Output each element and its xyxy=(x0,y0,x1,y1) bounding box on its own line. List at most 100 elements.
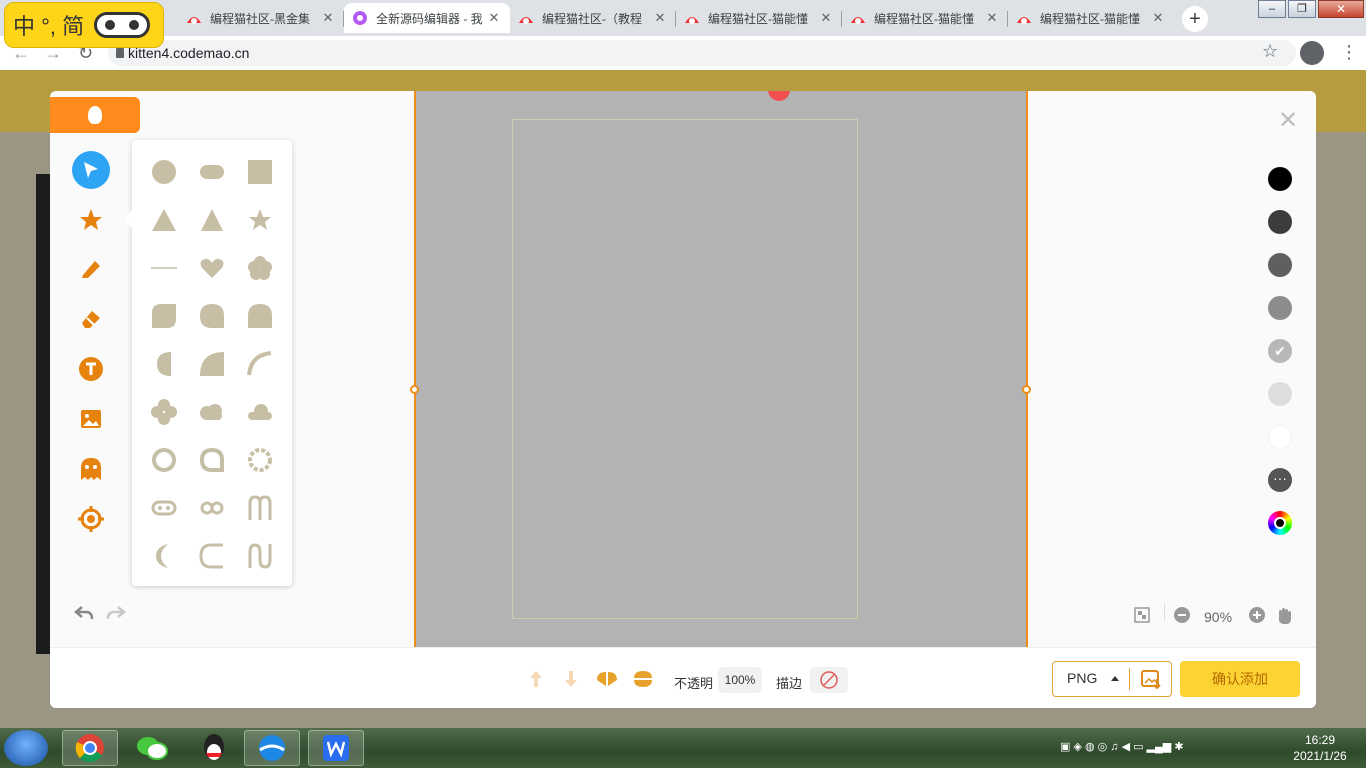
chrome-taskbar-icon[interactable] xyxy=(62,730,118,766)
pill-ring-shape[interactable] xyxy=(149,493,179,523)
speech-ring-shape[interactable] xyxy=(197,445,227,475)
ring-shape[interactable] xyxy=(149,445,179,475)
send-backward-icon[interactable] xyxy=(561,670,581,693)
c-shape[interactable] xyxy=(197,541,227,571)
flip-horizontal-icon[interactable] xyxy=(596,670,618,693)
minimize-button[interactable]: – xyxy=(1258,0,1286,18)
drawing-canvas[interactable] xyxy=(410,91,1031,647)
star-shape[interactable] xyxy=(245,205,275,235)
close-icon[interactable]: ✕ xyxy=(486,10,502,26)
color-swatch-black[interactable] xyxy=(1268,167,1292,191)
close-icon[interactable]: ✕ xyxy=(818,10,834,26)
zoom-divider xyxy=(1164,603,1165,621)
address-bar-row: ← → ↻ kitten4.codemao.cn ☆ xyxy=(0,36,1366,70)
rounded-rect-shape[interactable] xyxy=(197,157,227,187)
browser-menu-icon[interactable]: ⋮ xyxy=(1340,42,1358,63)
delete-handle[interactable] xyxy=(768,91,790,101)
export-format-select[interactable]: PNG xyxy=(1052,661,1172,697)
color-wheel-icon[interactable] xyxy=(1268,511,1292,535)
url-input[interactable]: kitten4.codemao.cn xyxy=(108,40,1296,66)
tab-5[interactable]: 编程猫社区-猫能懂 ✕ xyxy=(1008,3,1174,33)
opacity-input[interactable]: 100% xyxy=(718,667,762,693)
flower-shape[interactable] xyxy=(245,253,275,283)
text-tool[interactable] xyxy=(72,350,110,388)
tab-3[interactable]: 编程猫社区-猫能懂 ✕ xyxy=(676,3,842,33)
half-circle-shape[interactable] xyxy=(149,349,179,379)
arc-shape[interactable] xyxy=(245,349,275,379)
start-button[interactable] xyxy=(4,730,48,766)
eraser-tool[interactable] xyxy=(72,300,110,338)
n-shape[interactable] xyxy=(245,541,275,571)
square-shape[interactable] xyxy=(245,157,275,187)
close-icon[interactable]: ✕ xyxy=(984,10,1000,26)
save-image-icon[interactable] xyxy=(1141,669,1161,694)
bring-forward-icon[interactable] xyxy=(526,670,546,693)
zoom-out-icon[interactable] xyxy=(1174,607,1190,626)
tab-1[interactable]: 全新源码编辑器 - 我 ✕ xyxy=(344,3,510,33)
bookmark-star-icon[interactable]: ☆ xyxy=(1262,41,1278,62)
crescent-shape[interactable] xyxy=(149,541,179,571)
stroke-none-button[interactable] xyxy=(810,667,848,693)
quarter-shape[interactable] xyxy=(197,349,227,379)
arch-shape[interactable] xyxy=(245,301,275,331)
new-tab-button[interactable]: + xyxy=(1182,6,1208,32)
canvas-frame xyxy=(512,119,858,619)
system-tray[interactable]: ▣ ◈ ◍ ◎ ♫ ◀ ▭ ▂▄▆ ✱ xyxy=(1060,740,1184,753)
triangle-shape[interactable] xyxy=(149,205,179,235)
brush-tool[interactable] xyxy=(72,250,110,288)
zoom-in-icon[interactable] xyxy=(1249,607,1265,626)
drop-shape[interactable] xyxy=(197,301,227,331)
flip-vertical-icon[interactable] xyxy=(632,670,654,693)
double-ring-shape[interactable] xyxy=(197,493,227,523)
cloud-2-shape[interactable] xyxy=(245,397,275,427)
color-swatch-gray[interactable] xyxy=(1268,253,1292,277)
close-icon[interactable]: ✕ xyxy=(1278,109,1298,133)
close-icon[interactable]: ✕ xyxy=(320,10,336,26)
leaf-shape[interactable] xyxy=(149,301,179,331)
select-tool[interactable] xyxy=(72,151,110,189)
more-colors-icon[interactable]: ··· xyxy=(1268,468,1292,492)
color-swatch-light-gray[interactable] xyxy=(1268,382,1292,406)
target-tool[interactable] xyxy=(72,500,110,538)
browser-taskbar-icon[interactable] xyxy=(244,730,300,766)
color-swatch-selected[interactable]: ✔ xyxy=(1268,339,1292,363)
line-shape[interactable] xyxy=(149,253,179,283)
system-clock[interactable]: 16:29 2021/1/26 xyxy=(1280,732,1360,764)
color-swatch-white[interactable] xyxy=(1268,425,1292,449)
heart-shape[interactable] xyxy=(197,253,227,283)
undo-icon[interactable] xyxy=(74,605,94,626)
shape-tool[interactable] xyxy=(72,201,110,239)
color-swatch-mid-gray[interactable] xyxy=(1268,296,1292,320)
clock-date: 2021/1/26 xyxy=(1293,749,1347,763)
tab-2[interactable]: 编程猫社区-（教程 ✕ xyxy=(510,3,676,33)
profile-avatar-icon[interactable] xyxy=(1300,41,1324,65)
m-shape[interactable] xyxy=(245,493,275,523)
close-window-button[interactable]: ✕ xyxy=(1318,0,1364,18)
resize-handle-left[interactable] xyxy=(410,385,419,394)
codemao-icon xyxy=(186,10,202,26)
wps-taskbar-icon[interactable] xyxy=(308,730,364,766)
tab-0[interactable]: 编程猫社区-黑金集 ✕ xyxy=(178,3,344,33)
color-swatch-dark-gray[interactable] xyxy=(1268,210,1292,234)
qq-taskbar-icon[interactable] xyxy=(186,730,242,766)
close-icon[interactable]: ✕ xyxy=(652,10,668,26)
image-tool[interactable] xyxy=(72,400,110,438)
tab-4[interactable]: 编程猫社区-猫能懂 ✕ xyxy=(842,3,1008,33)
confirm-add-button[interactable]: 确认添加 xyxy=(1180,661,1300,697)
editor-tab[interactable] xyxy=(50,97,140,133)
character-tool[interactable] xyxy=(72,450,110,488)
gear-ring-shape[interactable] xyxy=(245,445,275,475)
resize-handle-right[interactable] xyxy=(1022,385,1031,394)
cloud-shape[interactable] xyxy=(197,397,227,427)
checker-toggle-icon[interactable] xyxy=(1134,607,1150,626)
redo-icon[interactable] xyxy=(106,605,126,626)
codemao-icon xyxy=(684,10,700,26)
triangle-2-shape[interactable] xyxy=(197,205,227,235)
wechat-taskbar-icon[interactable] xyxy=(124,730,180,766)
circle-shape[interactable] xyxy=(149,157,179,187)
ime-toolbar[interactable]: 中 °, 简 xyxy=(4,2,164,48)
hand-icon[interactable] xyxy=(1276,607,1292,628)
close-icon[interactable]: ✕ xyxy=(1150,10,1166,26)
maximize-button[interactable]: ❐ xyxy=(1288,0,1316,18)
cross-shape[interactable] xyxy=(149,397,179,427)
